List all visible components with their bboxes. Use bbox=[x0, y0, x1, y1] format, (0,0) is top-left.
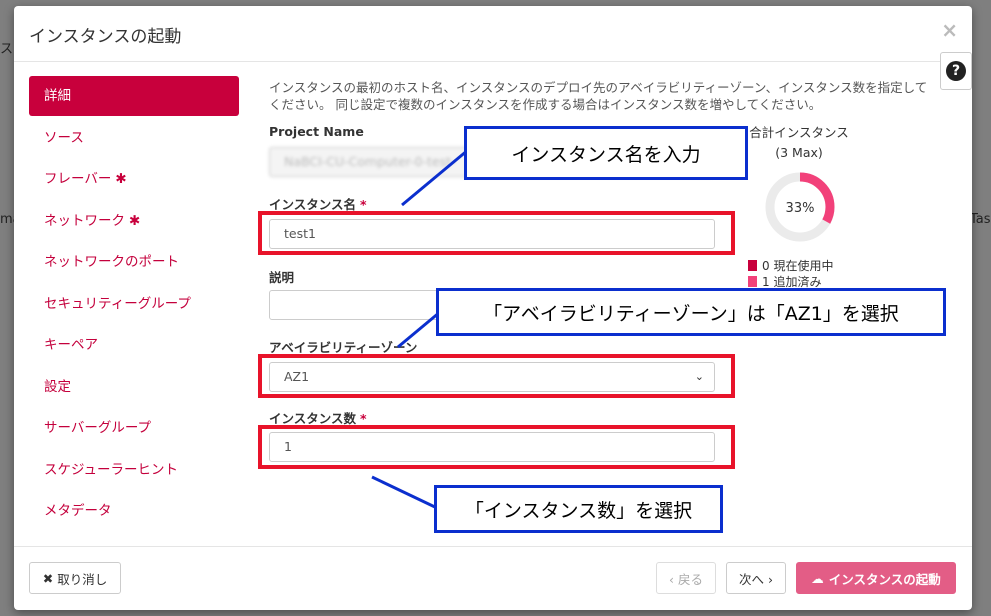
nav-item-metadata[interactable]: メタデータ bbox=[29, 491, 239, 531]
question-icon: ? bbox=[946, 61, 966, 81]
background-fragment: ス bbox=[0, 42, 14, 57]
callout-availability-zone: 「アベイラビリティーゾーン」は「AZ1」を選択 bbox=[436, 288, 946, 336]
launch-instance-button[interactable]: ☁ インスタンスの起動 bbox=[796, 562, 956, 594]
nav-item-network-ports[interactable]: ネットワークのポート bbox=[29, 242, 239, 282]
cancel-button[interactable]: ✖ 取り消し bbox=[29, 562, 121, 594]
modal-footer: ✖ 取り消し ‹ 戻る 次へ › ☁ インスタンスの起動 bbox=[14, 546, 972, 611]
required-icon: ✱ bbox=[129, 212, 141, 229]
nav-item-source[interactable]: ソース bbox=[29, 118, 239, 158]
back-button[interactable]: ‹ 戻る bbox=[656, 562, 716, 594]
nav-item-server-groups[interactable]: サーバーグループ bbox=[29, 408, 239, 448]
callout-instance-name: インスタンス名を入力 bbox=[464, 126, 748, 180]
nav-item-configuration[interactable]: 設定 bbox=[29, 367, 239, 407]
help-button[interactable]: ? bbox=[940, 52, 972, 90]
legend-swatch bbox=[748, 260, 757, 271]
highlight-box bbox=[258, 354, 735, 398]
nav-item-network[interactable]: ネットワーク ✱ bbox=[29, 201, 239, 241]
modal-title: インスタンスの起動 bbox=[29, 27, 182, 47]
description-label: 説明 bbox=[269, 270, 295, 285]
nav-item-scheduler-hints[interactable]: スケジューラーヒント bbox=[29, 450, 239, 490]
close-icon: ✖ bbox=[42, 570, 54, 586]
required-icon: ✱ bbox=[115, 171, 127, 187]
instances-donut-chart: 33% bbox=[765, 172, 835, 242]
highlight-box bbox=[258, 425, 735, 469]
nav-item-flavor[interactable]: フレーバー ✱ bbox=[29, 159, 239, 199]
cloud-upload-icon: ☁ bbox=[811, 570, 824, 586]
callout-instance-count: 「インスタンス数」を選択 bbox=[434, 485, 723, 533]
next-button[interactable]: 次へ › bbox=[726, 562, 786, 594]
wizard-nav: 詳細 ソース フレーバー ✱ ネットワーク ✱ ネットワークのポート セキュリティー… bbox=[29, 76, 239, 533]
nav-item-security-groups[interactable]: セキュリティーグループ bbox=[29, 284, 239, 324]
donut-legend: 0 現在使用中 1 追加済み bbox=[748, 258, 833, 290]
total-instances-limit: 合計インスタンス (3 Max) bbox=[749, 125, 849, 160]
donut-percent-label: 33% bbox=[786, 201, 815, 216]
required-icon: * bbox=[360, 197, 367, 212]
legend-swatch bbox=[748, 276, 757, 287]
details-description: インスタンスの最初のホスト名、インスタンスのデプロイ先のアベイラビリティーゾーン… bbox=[269, 80, 928, 112]
background-fragment: Tas bbox=[970, 212, 991, 227]
required-icon: * bbox=[360, 411, 367, 426]
close-icon[interactable]: × bbox=[941, 18, 958, 42]
modal-header: インスタンスの起動 × bbox=[14, 6, 972, 62]
nav-item-details[interactable]: 詳細 bbox=[29, 76, 239, 116]
project-name-label: Project Name bbox=[269, 124, 364, 139]
nav-item-key-pair[interactable]: キーペア bbox=[29, 325, 239, 365]
highlight-box bbox=[258, 211, 735, 255]
